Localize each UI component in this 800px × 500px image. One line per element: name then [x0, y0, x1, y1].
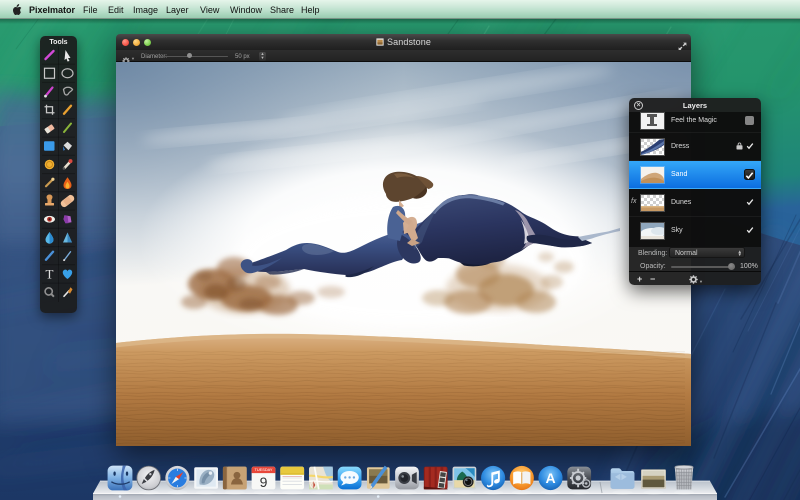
svg-text:T: T: [46, 267, 54, 282]
svg-text:9: 9: [260, 474, 268, 490]
svg-text:TUESDAY: TUESDAY: [254, 467, 272, 472]
svg-text:A: A: [545, 470, 555, 486]
